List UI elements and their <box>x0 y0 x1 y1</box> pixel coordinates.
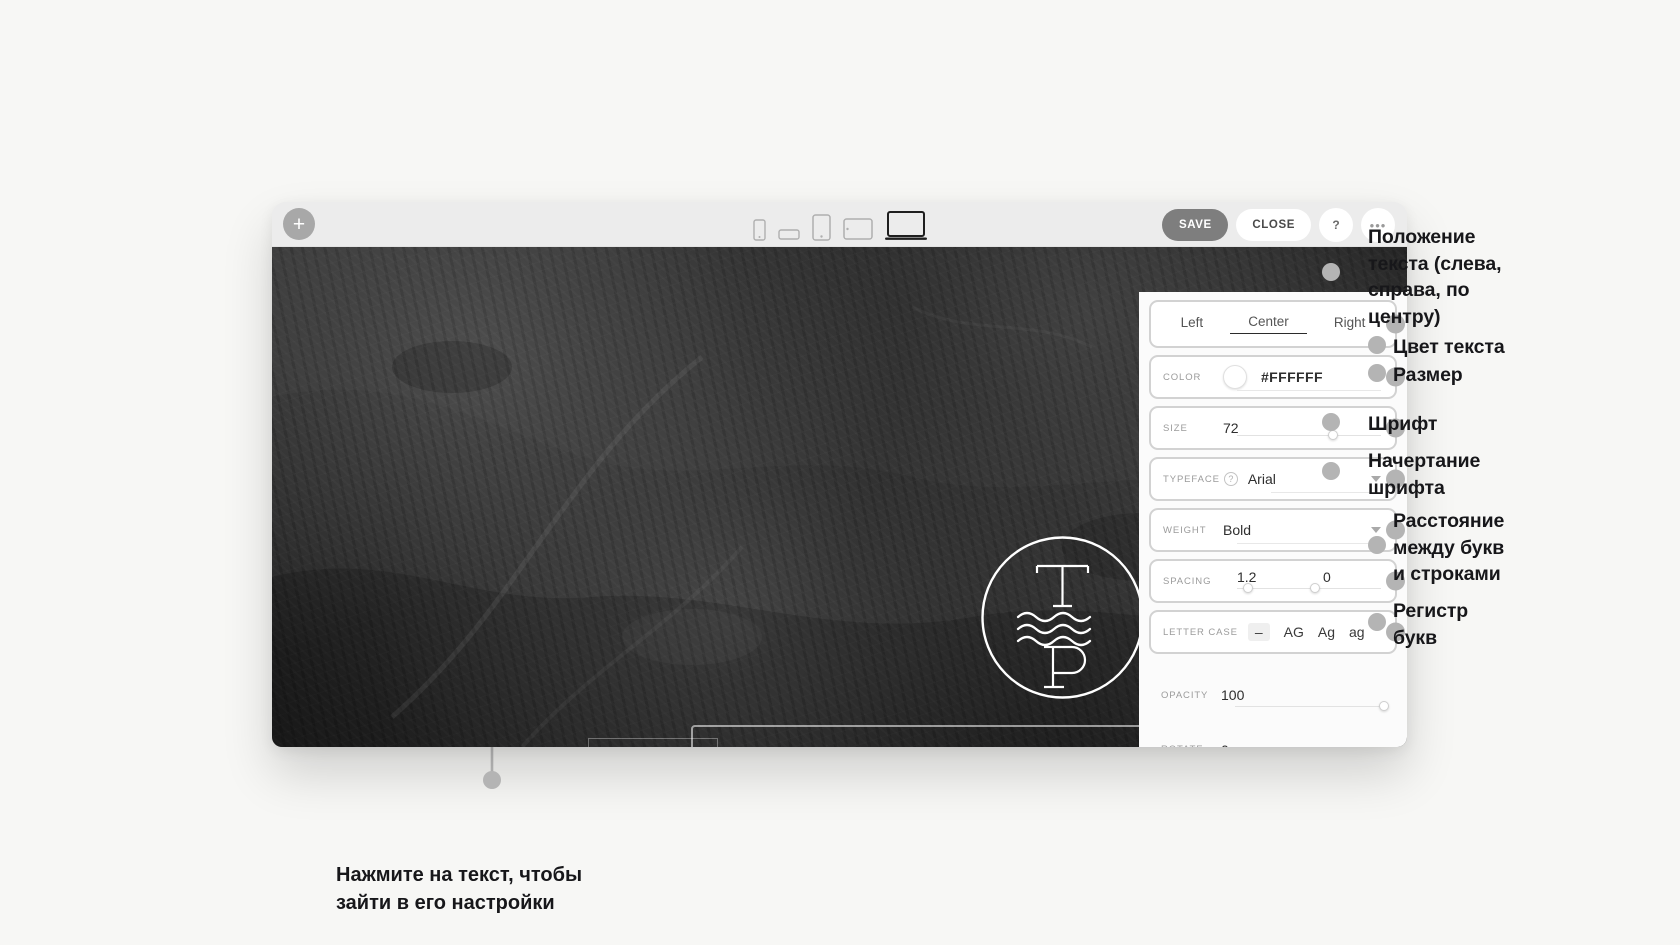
size-slider-knob[interactable] <box>1327 430 1338 440</box>
annotation-dot-typeface <box>1322 413 1340 431</box>
case-title-option[interactable]: Ag <box>1318 624 1335 640</box>
weight-row[interactable]: WEIGHT Bold <box>1149 508 1405 552</box>
annotation-alignment: Положение текста (слева, справа, по цент… <box>1368 226 1502 328</box>
letter-case-row[interactable]: LETTER CASE – AG Ag ag <box>1149 610 1405 654</box>
color-label: COLOR <box>1163 371 1202 383</box>
annotation-dot-weight <box>1322 462 1340 480</box>
typeface-row[interactable]: TYPEFACE ? Arial <box>1149 457 1405 501</box>
color-value[interactable]: #FFFFFF <box>1261 369 1323 385</box>
close-button[interactable]: CLOSE <box>1236 209 1311 241</box>
annotation-caption: Нажмите на текст, чтобы зайти в его наст… <box>336 864 583 914</box>
tablet-landscape-icon[interactable] <box>842 217 873 241</box>
text-settings-panel: Left Center Right COLOR #FFFFFF SIZE 72 <box>1139 292 1407 747</box>
annotation-dot-caption <box>483 771 501 789</box>
size-row[interactable]: SIZE 72 <box>1149 406 1405 450</box>
align-center-option[interactable]: Center <box>1230 314 1307 334</box>
phone-landscape-icon[interactable] <box>777 227 800 241</box>
typeface-value[interactable]: Arial <box>1248 471 1276 487</box>
size-label: SIZE <box>1163 422 1188 434</box>
annotation-dot-alignment <box>1322 263 1340 281</box>
letter-spacing-knob[interactable] <box>1242 583 1253 593</box>
letter-case-options: – AG Ag ag <box>1247 623 1365 641</box>
annotation-color: Цвет текста <box>1393 336 1505 358</box>
opacity-slider-track <box>1235 705 1383 707</box>
weight-label: WEIGHT <box>1163 524 1207 536</box>
case-none-option[interactable]: – <box>1247 623 1270 641</box>
annotation-dot-letter-case <box>1368 613 1386 631</box>
rotate-value[interactable]: 0 <box>1221 742 1229 748</box>
weight-field-underline <box>1237 543 1381 544</box>
toolbar-actions: SAVE CLOSE ? ••• <box>1162 208 1395 242</box>
weight-value[interactable]: Bold <box>1223 522 1251 538</box>
line-spacing-knob[interactable] <box>1310 583 1321 593</box>
opacity-label: OPACITY <box>1161 689 1209 701</box>
letter-spacing-slider[interactable] <box>1237 583 1381 593</box>
tablet-portrait-icon[interactable] <box>811 214 831 241</box>
annotation-weight: Начертание шрифта <box>1368 450 1481 499</box>
editor-window: + SAVE CLOSE ? ••• Left Center Right COL… <box>272 202 1407 747</box>
alignment-row[interactable]: Left Center Right <box>1149 300 1405 348</box>
color-row[interactable]: COLOR #FFFFFF <box>1149 355 1405 399</box>
screenshot-root: + SAVE CLOSE ? ••• Left Center Right COL… <box>0 0 1680 945</box>
editor-toolbar: + SAVE CLOSE ? ••• <box>272 202 1407 247</box>
annotation-dot-color <box>1368 336 1386 354</box>
align-right-option[interactable]: Right <box>1334 315 1366 334</box>
save-button[interactable]: SAVE <box>1162 209 1229 241</box>
letter-spacing-track <box>1237 587 1381 589</box>
brand-logo <box>981 536 1144 699</box>
align-left-option[interactable]: Left <box>1181 315 1204 334</box>
help-icon[interactable]: ? <box>1319 208 1353 242</box>
annotation-typeface: Шрифт <box>1368 413 1438 435</box>
laptop-icon[interactable] <box>884 211 927 241</box>
help-circle-icon[interactable]: ? <box>1223 472 1238 486</box>
typeface-label: TYPEFACE <box>1163 473 1220 485</box>
rotate-label: ROTATE <box>1161 744 1221 747</box>
annotation-dot-size <box>1368 364 1386 382</box>
design-canvas[interactable]: How we love marina v 1160 × 86 Where do … <box>272 247 1407 747</box>
phone-portrait-icon[interactable] <box>752 219 766 241</box>
color-swatch[interactable] <box>1223 365 1247 389</box>
typeface-field-underline <box>1271 492 1381 493</box>
opacity-slider[interactable] <box>1235 701 1389 711</box>
spacing-label: SPACING <box>1163 575 1212 587</box>
size-slider-track <box>1237 434 1381 436</box>
annotation-dot-spacing <box>1368 536 1386 554</box>
opacity-row[interactable]: OPACITY 100 <box>1149 665 1397 725</box>
case-lower-option[interactable]: ag <box>1349 624 1365 640</box>
size-slider[interactable] <box>1237 430 1381 440</box>
weight-chevron-down-icon[interactable] <box>1371 527 1381 533</box>
rotate-row[interactable]: ROTATE 0 <box>1149 725 1397 748</box>
annotation-spacing: Расстояние между букв и строками <box>1393 510 1505 585</box>
transform-section: OPACITY 100 ROTATE 0 <box>1149 665 1397 747</box>
opacity-slider-knob[interactable] <box>1378 701 1389 711</box>
annotation-letter-case: Регистр букв <box>1393 600 1469 649</box>
letter-case-label: LETTER CASE <box>1163 626 1238 638</box>
annotation-size: Размер <box>1393 364 1463 386</box>
spacing-row[interactable]: SPACING 1.2 0 <box>1149 559 1405 603</box>
color-field-underline <box>1237 390 1381 391</box>
case-upper-option[interactable]: AG <box>1284 624 1304 640</box>
